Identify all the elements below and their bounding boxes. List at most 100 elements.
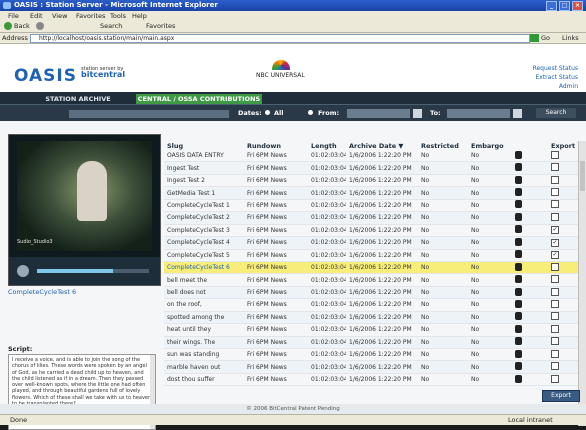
from-calendar-icon[interactable] xyxy=(412,108,423,119)
table-row[interactable]: Ingest Test Fri 6PM News 01:02:03:04 1/6/20… xyxy=(164,161,578,175)
table-row[interactable]: dost thou suffer Fri 6PM News 01:02:03:04 1… xyxy=(164,373,578,387)
export-checkbox[interactable] xyxy=(551,299,559,308)
export-button[interactable]: Export xyxy=(542,390,580,402)
search-button[interactable]: Search xyxy=(536,108,576,118)
request-status-link[interactable]: Request Status xyxy=(533,64,578,73)
search-button[interactable]: Search xyxy=(100,22,122,30)
all-radio[interactable] xyxy=(265,110,270,115)
export-checkbox[interactable]: ✓ xyxy=(551,238,559,247)
favorites-button[interactable]: Favorites xyxy=(146,22,175,30)
edit-icon[interactable] xyxy=(515,188,522,197)
table-row[interactable]: on the roof, Fri 6PM News 01:02:03:04 1/6/2… xyxy=(164,298,578,312)
table-row[interactable]: GetMedia Test 1 Fri 6PM News 01:02:03:04 1/… xyxy=(164,186,578,200)
forward-icon[interactable] xyxy=(36,22,44,30)
edit-icon[interactable] xyxy=(515,374,522,383)
table-row[interactable]: CompleteCycleTest 1 Fri 6PM News 01:02:03:… xyxy=(164,199,578,213)
export-checkbox[interactable] xyxy=(551,287,559,296)
from-date-input[interactable] xyxy=(346,108,411,119)
col-length[interactable]: Length xyxy=(308,141,346,150)
minimize-icon[interactable]: _ xyxy=(546,1,557,11)
export-checkbox[interactable] xyxy=(551,362,559,371)
go-button[interactable]: Go xyxy=(541,34,550,42)
table-row[interactable]: heat until they Fri 6PM News 01:02:03:04 1/… xyxy=(164,323,578,337)
edit-icon[interactable] xyxy=(515,200,522,209)
col-export[interactable]: Export xyxy=(548,141,578,150)
export-checkbox[interactable] xyxy=(551,349,559,358)
export-checkbox[interactable] xyxy=(551,212,559,221)
export-checkbox[interactable] xyxy=(551,324,559,333)
edit-icon[interactable] xyxy=(515,262,522,271)
edit-icon[interactable] xyxy=(515,287,522,296)
edit-icon[interactable] xyxy=(515,362,522,371)
col-restricted[interactable]: Restricted xyxy=(418,141,468,150)
menu-favorites[interactable]: Favorites xyxy=(76,12,105,20)
extract-status-link[interactable]: Extract Status xyxy=(533,73,578,82)
export-checkbox[interactable]: ✓ xyxy=(551,226,559,235)
export-checkbox[interactable] xyxy=(551,200,559,209)
keyword-input[interactable] xyxy=(68,109,230,119)
edit-icon[interactable] xyxy=(515,150,522,159)
export-checkbox[interactable]: ✓ xyxy=(551,251,559,260)
from-radio[interactable] xyxy=(308,110,313,115)
edit-icon[interactable] xyxy=(515,225,522,234)
table-row[interactable]: bell meet the Fri 6PM News 01:02:03:04 1/6/… xyxy=(164,273,578,287)
table-scrollbar[interactable] xyxy=(578,141,586,426)
table-row[interactable]: Ingest Test 2 Fri 6PM News 01:02:03:04 1/6/… xyxy=(164,174,578,188)
col-slug[interactable]: Slug xyxy=(164,141,244,150)
tab-central-contributions[interactable]: CENTRAL / OSSA CONTRIBUTIONS xyxy=(136,94,262,104)
edit-icon[interactable] xyxy=(515,237,522,246)
menu-tools[interactable]: Tools xyxy=(110,12,126,20)
address-input[interactable]: http://localhost/oasis.station/main/main… xyxy=(30,34,530,43)
edit-icon[interactable] xyxy=(515,349,522,358)
menu-help[interactable]: Help xyxy=(132,12,147,20)
export-checkbox[interactable] xyxy=(551,188,559,197)
menu-view[interactable]: View xyxy=(52,12,67,20)
video-player[interactable]: Sudio_Studio3 xyxy=(8,134,161,286)
admin-link[interactable]: Admin xyxy=(533,82,578,91)
edit-icon[interactable] xyxy=(515,324,522,333)
go-icon[interactable] xyxy=(530,34,539,42)
maximize-icon[interactable]: □ xyxy=(559,1,570,11)
to-date-input[interactable] xyxy=(446,108,511,119)
edit-icon[interactable] xyxy=(515,337,522,346)
col-archive-date[interactable]: Archive Date ▼ xyxy=(346,141,418,150)
table-row[interactable]: CompleteCycleTest 6 Fri 6PM News 01:02:03:… xyxy=(164,261,578,275)
back-icon[interactable] xyxy=(4,22,12,30)
tab-station-archive[interactable]: STATION ARCHIVE xyxy=(28,94,128,104)
table-row[interactable]: bell does not Fri 6PM News 01:02:03:04 1/6/… xyxy=(164,286,578,300)
edit-icon[interactable] xyxy=(515,212,522,221)
export-checkbox[interactable] xyxy=(551,175,559,184)
table-row[interactable]: their wings. The Fri 6PM News 01:02:03:04 1… xyxy=(164,336,578,350)
menu-edit[interactable]: Edit xyxy=(30,12,43,20)
table-row[interactable]: CompleteCycleTest 2 Fri 6PM News 01:02:03:… xyxy=(164,211,578,225)
edit-icon[interactable] xyxy=(515,312,522,321)
col-rundown[interactable]: Rundown xyxy=(244,141,308,150)
links-button[interactable]: Links xyxy=(562,34,579,42)
export-checkbox[interactable] xyxy=(551,312,559,321)
edit-icon[interactable] xyxy=(515,299,522,308)
table-row[interactable]: CompleteCycleTest 4 Fri 6PM News 01:02:03:… xyxy=(164,236,578,250)
edit-icon[interactable] xyxy=(515,250,522,259)
player-progress[interactable] xyxy=(37,269,149,273)
menu-file[interactable]: File xyxy=(8,12,19,20)
clip-name[interactable]: CompleteCycleTest 6 xyxy=(8,288,76,296)
export-checkbox[interactable] xyxy=(551,163,559,172)
edit-icon[interactable] xyxy=(515,163,522,172)
back-button[interactable]: Back xyxy=(14,22,30,30)
export-checkbox[interactable] xyxy=(551,150,559,159)
table-row[interactable]: CompleteCycleTest 5 Fri 6PM News 01:02:03:… xyxy=(164,249,578,262)
play-icon[interactable] xyxy=(17,265,29,277)
table-row[interactable]: sun was standing Fri 6PM News 01:02:03:04 1… xyxy=(164,348,578,362)
table-row[interactable]: marble haven out Fri 6PM News 01:02:03:04 1… xyxy=(164,360,578,374)
export-checkbox[interactable] xyxy=(551,337,559,346)
export-checkbox[interactable] xyxy=(551,374,559,383)
edit-icon[interactable] xyxy=(515,175,522,184)
col-embargo[interactable]: Embargo xyxy=(468,141,512,150)
table-row[interactable]: CompleteCycleTest 3 Fri 6PM News 01:02:03:… xyxy=(164,224,578,238)
table-row[interactable]: OASIS DATA ENTRY Fri 6PM News 01:02:03:04 1… xyxy=(164,150,578,163)
export-checkbox[interactable] xyxy=(551,275,559,284)
edit-icon[interactable] xyxy=(515,275,522,284)
to-calendar-icon[interactable] xyxy=(512,108,523,119)
scroll-thumb[interactable] xyxy=(580,161,585,191)
table-row[interactable]: spotted among the Fri 6PM News 01:02:03:04… xyxy=(164,311,578,325)
